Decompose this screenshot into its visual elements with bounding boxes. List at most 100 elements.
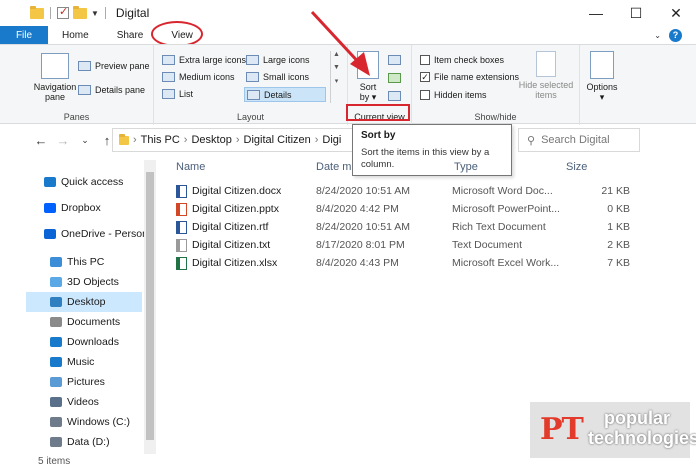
sidebar-item-label: OneDrive - Person [61,228,148,240]
download-icon [50,337,62,347]
file-name-extensions-toggle[interactable]: ✓ File name extensions [420,72,519,82]
file-date: 8/24/2020 10:51 AM [316,221,410,233]
scrollbar-thumb[interactable] [146,172,154,440]
hide-selected-label: Hide selected items [518,80,574,100]
sidebar-item-label: Pictures [67,376,105,388]
search-icon: ⚲ [527,134,536,147]
list-option[interactable]: List [162,89,193,99]
hide-selected-items-button[interactable]: Hide selected items [516,51,576,100]
status-item-count: 5 items [38,456,71,464]
file-row[interactable]: Digital Citizen.pptx 8/4/2020 4:42 PM Micr… [172,200,634,218]
navigation-pane-button[interactable]: Navigation pane [30,53,80,102]
group-label: Layout [236,112,265,122]
sidebar-item[interactable]: This PC [0,252,104,272]
sidebar-item-label: Dropbox [61,202,101,214]
details-pane-icon [78,85,91,95]
tab-view[interactable]: View [151,21,207,47]
column-header-date[interactable]: Date m [316,161,351,173]
small-icons-icon [246,72,259,82]
annotation-arrow [310,10,370,76]
breadcrumb-item[interactable]: This PC [141,134,180,146]
group-show-hide: Item check boxes ✓ File name extensions … [412,45,580,125]
drive-icon [50,417,62,427]
file-size: 21 KB [601,185,630,197]
close-icon[interactable]: ✕ [656,0,696,26]
file-row[interactable]: Digital Citizen.docx 8/24/2020 10:51 AM Mi… [172,182,634,200]
file-row[interactable]: Digital Citizen.txt 8/17/2020 8:01 PM Text… [172,236,634,254]
sidebar-item[interactable]: Windows (C:) [0,412,130,432]
sidebar-item[interactable]: Pictures [0,372,105,392]
hidden-items-toggle[interactable]: Hidden items [420,90,487,100]
tab-file[interactable]: File [0,26,48,44]
chevron-down-icon[interactable]: ⌄ [654,31,661,40]
breadcrumb-item[interactable]: Digital Citizen [244,134,311,146]
breadcrumb-item[interactable]: Digi [322,134,341,146]
sidebar-item-label: 3D Objects [67,276,119,288]
forward-icon[interactable]: → [52,133,74,148]
search-box[interactable]: ⚲ Search Digital [518,128,640,152]
navigation-bar: ← → ⌄ ↑ › This PC › Desktop › Digital Ci… [0,124,696,156]
cloud-icon [44,229,56,239]
sidebar-item[interactable]: 3D Objects [0,272,119,292]
column-header-type[interactable]: Type [454,161,478,173]
file-type: Text Document [452,239,523,251]
preview-pane-button[interactable]: Preview pane [78,61,150,71]
sidebar-item[interactable]: Desktop [26,292,142,312]
column-header-name[interactable]: Name [176,161,205,173]
file-icon [176,221,187,234]
size-columns-icon[interactable] [388,91,401,101]
quick-access-toolbar: ▼ [0,5,108,19]
sidebar-item[interactable]: Data (D:) [0,432,110,452]
checkbox[interactable] [420,90,430,100]
sidebar-item[interactable]: Downloads [0,332,119,352]
separator [50,7,51,19]
chevron-right-icon: › [183,134,188,146]
extra-large-icons-option[interactable]: Extra large icons [162,55,246,65]
medium-icons-option[interactable]: Medium icons [162,72,235,82]
sidebar-item[interactable]: OneDrive - Person [0,224,148,244]
column-header-size[interactable]: Size [566,161,587,173]
customize-toolbar-icon[interactable]: ▼ [91,9,99,18]
hide-selected-icon [536,51,556,77]
recent-locations-icon[interactable]: ⌄ [74,135,96,146]
documents-icon [50,317,62,327]
breadcrumb-item[interactable]: Desktop [191,134,231,146]
navigation-pane-label: Navigation pane [33,82,77,102]
navigation-pane: Quick access Dropbox OneDrive - Person This… [0,158,158,454]
details-pane-label: Details pane [95,85,146,95]
details-label: Details [264,89,292,100]
maximize-icon[interactable]: ☐ [616,0,656,26]
sidebar-item-label: Windows (C:) [67,416,131,428]
new-folder-icon[interactable] [73,5,87,19]
sidebar-item[interactable]: Videos [0,392,99,412]
sidebar-item-label: Desktop [67,296,106,308]
sidebar-item[interactable]: Music [0,352,94,372]
details-pane-button[interactable]: Details pane [78,85,145,95]
cube-icon [50,277,62,287]
navigation-pane-icon [41,53,69,79]
tab-home[interactable]: Home [48,26,103,44]
tooltip-body: Sort the items in this view by a column. [361,147,490,170]
group-label: Show/hide [474,112,517,122]
checkbox-checked[interactable]: ✓ [420,72,430,82]
medium-icons-icon [162,72,175,82]
minimize-icon[interactable]: — [576,0,616,26]
properties-icon[interactable] [57,5,69,19]
checkbox[interactable] [420,55,430,65]
sidebar-item[interactable]: Quick access [0,172,123,192]
sidebar-item[interactable]: Documents [0,312,120,332]
file-name: Digital Citizen.docx [192,185,282,197]
file-row[interactable]: Digital Citizen.xlsx 8/4/2020 4:43 PM Micr… [172,254,634,272]
help-icon[interactable]: ? [669,28,682,42]
tooltip: Sort by Sort the items in this view by a… [352,124,512,176]
file-icon [176,185,187,198]
file-row[interactable]: Digital Citizen.rtf 8/24/2020 10:51 AM Ric… [172,218,634,236]
item-checkboxes-toggle[interactable]: Item check boxes [420,55,504,65]
sidebar-item[interactable]: Dropbox [0,198,101,218]
nav-scrollbar[interactable] [144,160,156,454]
preview-pane-label: Preview pane [95,61,150,71]
back-icon[interactable]: ← [30,133,52,148]
tab-share[interactable]: Share [103,26,158,44]
separator [104,7,106,19]
options-button[interactable]: Options ▾ [584,51,620,102]
